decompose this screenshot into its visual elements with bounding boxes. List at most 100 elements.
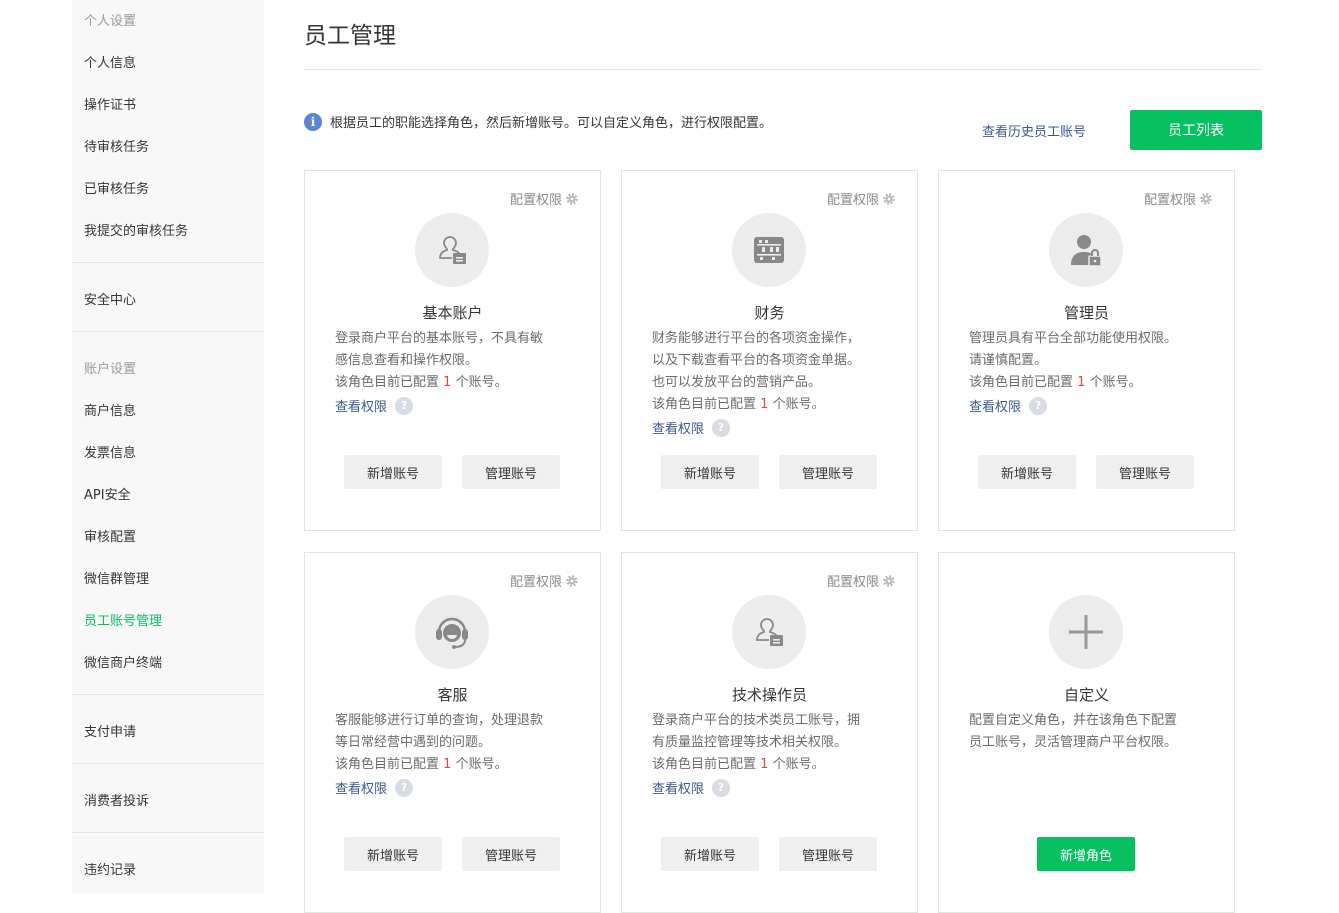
role-title: 管理员 <box>1063 304 1109 322</box>
staff-list-button[interactable]: 员工列表 <box>1130 110 1262 150</box>
role-description: 登录商户平台的技术类员工账号，拥 有质量监控管理等技术相关权限。 该角色目前已配… <box>652 710 897 776</box>
sidebar-item-payment-apply[interactable]: 支付申请 <box>84 721 136 740</box>
sidebar-item-wechat-group[interactable]: 微信群管理 <box>84 568 149 587</box>
sidebar-section-personal: 个人设置 <box>84 14 137 29</box>
add-account-button[interactable]: 新增账号 <box>661 455 759 489</box>
description-line: 员工账号，灵活管理商户平台权限。 <box>969 735 1178 750</box>
view-permission-link[interactable]: 查看权限 ? <box>335 396 414 415</box>
sidebar-divider <box>72 694 264 695</box>
config-permission-link[interactable]: 配置权限 <box>1144 189 1213 208</box>
sidebar-item-violations[interactable]: 违约记录 <box>84 859 136 878</box>
description-line: 财务能够进行平台的各项资金操作， <box>652 331 861 346</box>
sidebar-divider <box>72 331 264 332</box>
role-description: 财务能够进行平台的各项资金操作， 以及下载查看平台的各项资金单据。 也可以发放平… <box>652 328 897 416</box>
role-title: 财务 <box>754 304 785 322</box>
description-line: 客服能够进行订单的查询，处理退款 <box>335 713 544 728</box>
gear-icon <box>883 574 895 587</box>
tech-operator-icon <box>756 618 783 646</box>
sidebar-item-staff-accounts[interactable]: 员工账号管理 <box>84 610 162 629</box>
role-card-admin: 配置权限 管理员 管理员具有平台全部功能使用权限。 请谨慎配置。 该角色目前已配… <box>938 170 1235 531</box>
account-count-line: 该角色目前已配置 1 个账号。 <box>969 372 1214 394</box>
sidebar-item-my-submitted-tasks[interactable]: 我提交的审核任务 <box>84 220 188 239</box>
description-line: 感信息查看和操作权限。 <box>335 353 479 368</box>
view-permission-link[interactable]: 查看权限 ? <box>969 396 1048 415</box>
sidebar-item-personal-info[interactable]: 个人信息 <box>84 52 136 71</box>
manage-account-button[interactable]: 管理账号 <box>462 837 560 871</box>
role-card-customer-service: 配置权限 客服 客服能够进行订单的查询，处理退款 等日常经营中遇到的问题。 该角… <box>304 552 601 913</box>
sidebar-item-certificate[interactable]: 操作证书 <box>84 94 136 113</box>
sidebar-divider <box>72 262 264 263</box>
help-icon[interactable]: ? <box>395 396 414 415</box>
basic-account-icon <box>439 236 466 264</box>
add-account-button[interactable]: 新增账号 <box>344 455 442 489</box>
help-icon[interactable]: ? <box>395 778 414 797</box>
sidebar-item-complaints[interactable]: 消费者投诉 <box>84 790 149 809</box>
config-permission-link[interactable]: 配置权限 <box>827 571 896 590</box>
page-title: 员工管理 <box>304 23 396 49</box>
sidebar-section-account: 账户设置 <box>84 362 137 377</box>
role-card-tech-operator: 配置权限 技术操作员 登录商户平台的技术类员工账号，拥 有质量监控管理等技术相关… <box>621 552 918 913</box>
account-count-line: 该角色目前已配置 1 个账号。 <box>652 394 897 416</box>
help-icon[interactable]: ? <box>712 778 731 797</box>
gear-icon <box>566 574 578 587</box>
view-permission-label: 查看权限 <box>652 422 705 437</box>
avatar <box>415 595 489 669</box>
sidebar-item-api-security[interactable]: API安全 <box>84 484 131 503</box>
sidebar-item-review-config[interactable]: 审核配置 <box>84 526 136 545</box>
help-icon[interactable]: ? <box>1029 396 1048 415</box>
role-title: 技术操作员 <box>731 686 807 704</box>
config-permission-label: 配置权限 <box>509 193 562 208</box>
headset-icon <box>436 617 468 649</box>
avatar <box>732 595 806 669</box>
view-permission-link[interactable]: 查看权限 ? <box>652 778 731 797</box>
account-count: 1 <box>1077 375 1086 390</box>
description-line: 登录商户平台的技术类员工账号，拥 <box>652 713 861 728</box>
sidebar-item-merchant-terminal[interactable]: 微信商户终端 <box>84 652 162 671</box>
manage-account-button[interactable]: 管理账号 <box>779 455 877 489</box>
view-permission-label: 查看权限 <box>652 782 705 797</box>
manage-account-button[interactable]: 管理账号 <box>1096 455 1194 489</box>
sidebar-item-invoice-info[interactable]: 发票信息 <box>84 442 136 461</box>
sidebar-item-reviewed-tasks[interactable]: 已审核任务 <box>84 178 149 197</box>
description-line: 等日常经营中遇到的问题。 <box>335 735 492 750</box>
view-permission-link[interactable]: 查看权限 ? <box>652 418 731 437</box>
role-card-finance: 配置权限 财务 财务能够进行平台的各项资金操作， 以及下载查看平台的各项资金单据… <box>621 170 918 531</box>
add-account-button[interactable]: 新增账号 <box>344 837 442 871</box>
help-icon[interactable]: ? <box>712 418 731 437</box>
add-role-button[interactable]: 新增角色 <box>1037 837 1135 871</box>
config-permission-link[interactable]: 配置权限 <box>827 189 896 208</box>
gear-icon <box>1200 192 1212 205</box>
description-line: 有质量监控管理等技术相关权限。 <box>652 735 848 750</box>
description-line: 以及下载查看平台的各项资金单据。 <box>652 353 861 368</box>
sidebar: 个人设置 个人信息 操作证书 待审核任务 已审核任务 我提交的审核任务 安全中心… <box>72 0 264 894</box>
config-permission-link[interactable]: 配置权限 <box>510 571 579 590</box>
sidebar-divider <box>72 763 264 764</box>
sidebar-item-security[interactable]: 安全中心 <box>84 289 136 308</box>
account-count: 1 <box>443 757 452 772</box>
config-permission-label: 配置权限 <box>826 575 879 590</box>
view-permission-label: 查看权限 <box>969 400 1022 415</box>
plus-icon <box>1069 615 1103 649</box>
count-suffix: 个账号。 <box>772 397 825 412</box>
description-line: 登录商户平台的基本账号，不具有敏 <box>335 331 544 346</box>
sidebar-item-merchant-info[interactable]: 商户信息 <box>84 400 136 419</box>
description-line: 也可以发放平台的营销产品。 <box>652 375 822 390</box>
avatar <box>732 213 806 287</box>
avatar[interactable] <box>1049 595 1123 669</box>
sidebar-item-pending-tasks[interactable]: 待审核任务 <box>84 136 149 155</box>
add-account-button[interactable]: 新增账号 <box>661 837 759 871</box>
manage-account-button[interactable]: 管理账号 <box>779 837 877 871</box>
avatar <box>1049 213 1123 287</box>
config-permission-link[interactable]: 配置权限 <box>510 189 579 208</box>
account-count-line: 该角色目前已配置 1 个账号。 <box>335 754 580 776</box>
admin-lock-icon <box>1071 235 1102 267</box>
abacus-icon <box>754 237 784 263</box>
role-description: 客服能够进行订单的查询，处理退款 等日常经营中遇到的问题。 该角色目前已配置 1… <box>335 710 580 776</box>
count-suffix: 个账号。 <box>772 757 825 772</box>
title-divider <box>304 69 1262 70</box>
role-card-basic: 配置权限 基本账户 登录商户平台的基本账号，不具有敏 感信息查看和操作权限。 该… <box>304 170 601 531</box>
history-accounts-link[interactable]: 查看历史员工账号 <box>982 121 1086 140</box>
add-account-button[interactable]: 新增账号 <box>978 455 1076 489</box>
view-permission-link[interactable]: 查看权限 ? <box>335 778 414 797</box>
manage-account-button[interactable]: 管理账号 <box>462 455 560 489</box>
